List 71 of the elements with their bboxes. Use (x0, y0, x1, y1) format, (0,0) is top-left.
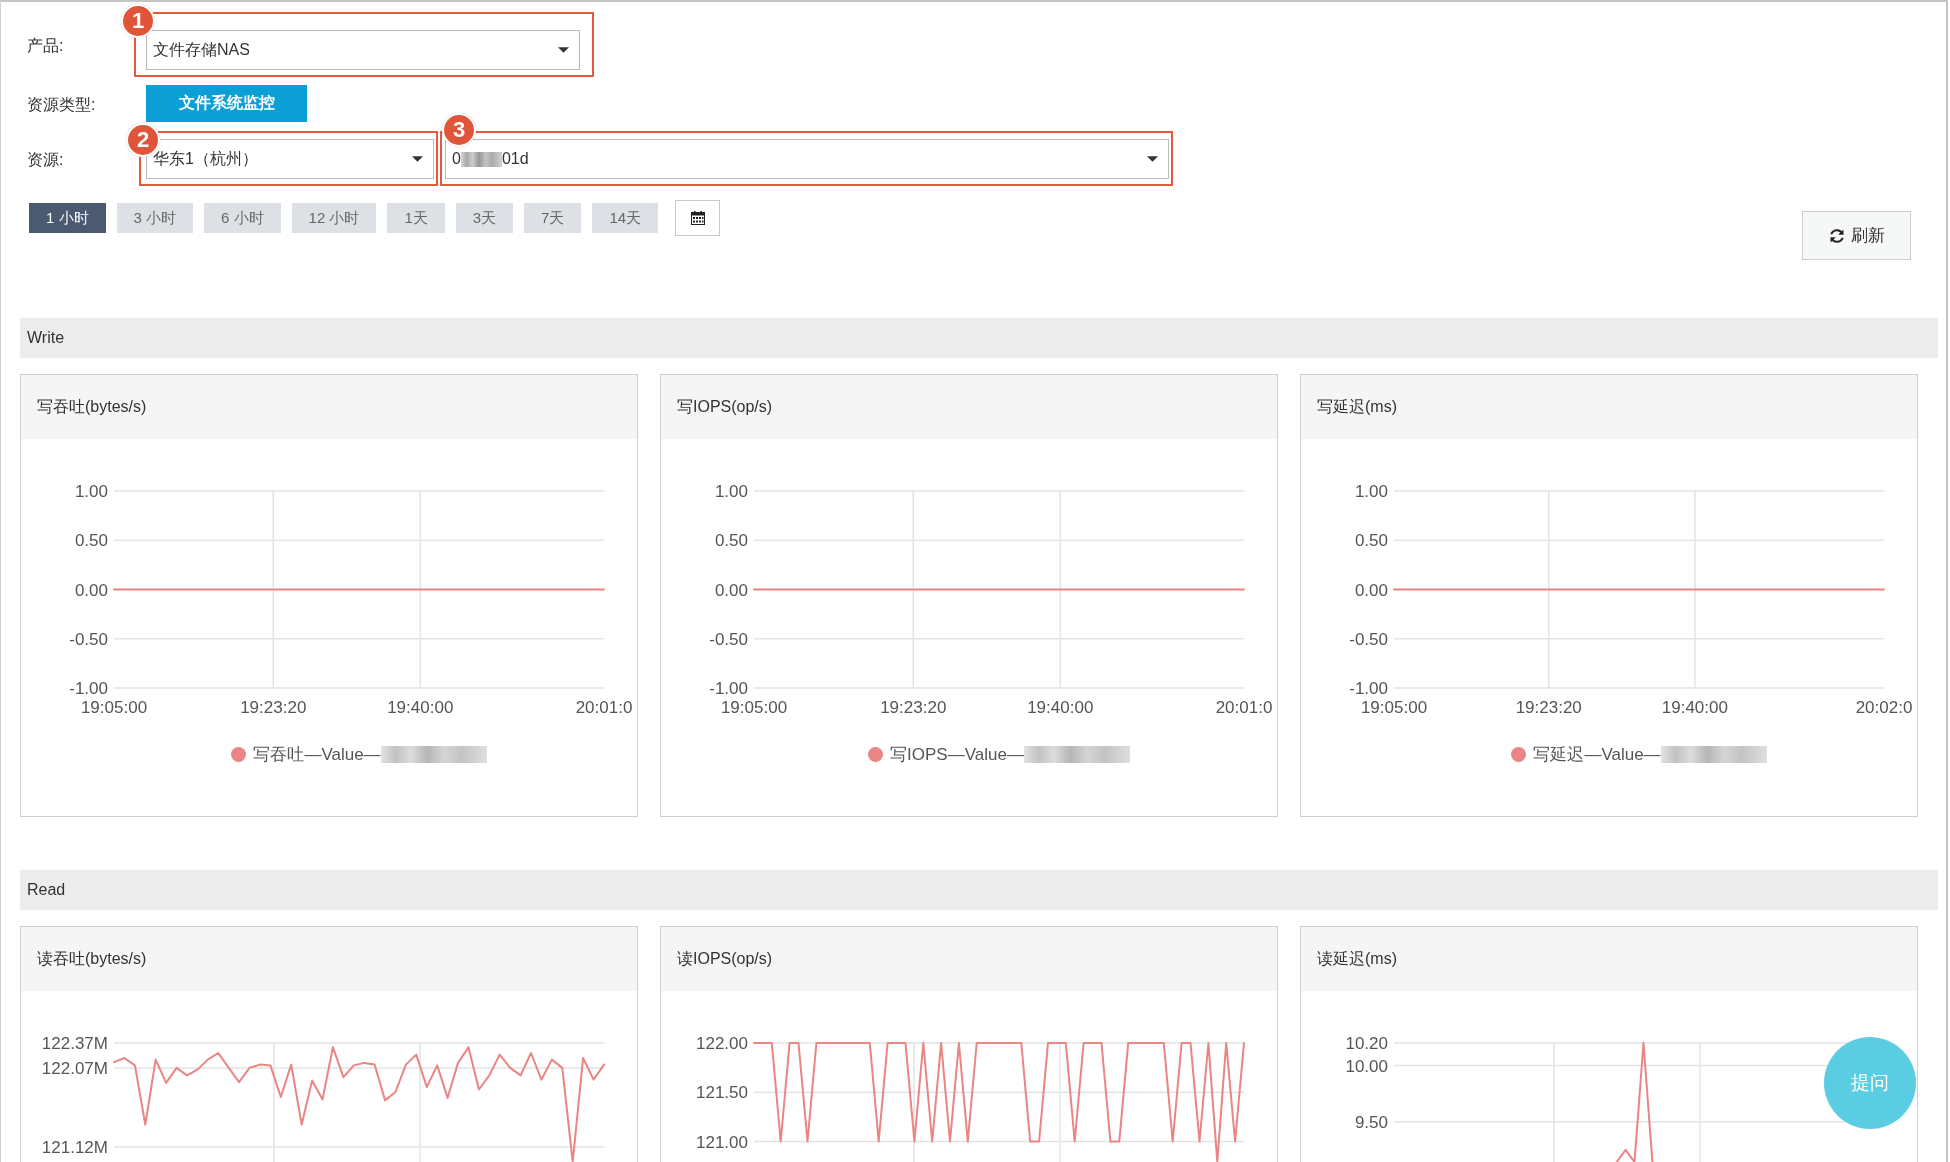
y-tick-label: 1.00 (1354, 482, 1388, 502)
time-range-button[interactable]: 3天 (455, 203, 514, 233)
panel-header: 写延迟(ms) (1301, 375, 1917, 439)
y-tick-label: 122.07M (41, 1059, 108, 1079)
x-tick-label: 19:40:00 (1661, 698, 1728, 718)
y-tick-label: 0.00 (1354, 580, 1388, 600)
panel-header: 写IOPS(op/s) (661, 375, 1277, 439)
annotation-badge: 1 (121, 4, 155, 38)
y-tick-label: 10.20 (1345, 1034, 1388, 1054)
section-header: Read (20, 870, 1938, 910)
x-tick-label: 20:01:0 (1215, 698, 1273, 718)
time-range-button[interactable]: 14天 (592, 203, 659, 233)
y-tick-label: 122.37M (41, 1034, 108, 1054)
caret-icon (558, 47, 569, 53)
y-tick-label: 121.12M (41, 1138, 108, 1157)
y-tick-label: 121.50 (696, 1083, 748, 1103)
legend-label: 写吞吐—Value— (253, 743, 381, 766)
y-tick-label: -1.00 (69, 679, 108, 699)
time-range-button[interactable]: 3 小时 (116, 203, 194, 233)
caret-icon (1147, 156, 1158, 162)
y-tick-label: 0.50 (74, 531, 108, 551)
field-label: 资源: (27, 150, 65, 170)
y-tick-label: 1.00 (714, 482, 748, 502)
x-tick-label: 19:05:00 (720, 698, 788, 718)
caret-icon (412, 156, 423, 162)
y-tick-label: 0.00 (714, 580, 748, 600)
x-tick-label: 20:01:0 (575, 698, 633, 718)
y-tick-label: 1.00 (74, 482, 108, 502)
panel-header: 写吞吐(bytes/s) (21, 375, 637, 439)
panel-header: 读吞吐(bytes/s) (21, 927, 637, 991)
x-tick-label: 19:05:00 (80, 698, 148, 718)
y-tick-label: 0.00 (74, 580, 108, 600)
y-tick-label: -0.50 (1349, 629, 1388, 649)
annotation-badge: 3 (442, 113, 476, 147)
redaction-block (460, 151, 502, 167)
x-tick-label: 20:02:0 (1855, 698, 1913, 718)
time-range-button[interactable]: 7天 (524, 203, 582, 233)
x-tick-label: 19:23:20 (240, 698, 307, 718)
legend-label: 写IOPS—Value— (890, 743, 1024, 766)
y-tick-label: 0.50 (714, 531, 748, 551)
x-tick-label: 19:40:00 (387, 698, 454, 718)
resource-type-button[interactable]: 文件系统监控 (146, 85, 307, 122)
panel-header: 读IOPS(op/s) (661, 927, 1277, 991)
legend-label: 写延迟—Value— (1533, 743, 1661, 766)
y-tick-label: -0.50 (69, 629, 108, 649)
time-range-button[interactable]: 6 小时 (204, 203, 281, 233)
calendar-icon (690, 211, 705, 225)
time-range-button[interactable]: 12 小时 (291, 203, 377, 233)
y-tick-label: 0.50 (1354, 531, 1388, 551)
calendar-button[interactable] (675, 200, 721, 236)
y-tick-label: -1.00 (709, 679, 748, 699)
time-range-button[interactable]: 1 小时 (29, 203, 106, 233)
y-tick-label: 10.00 (1345, 1056, 1388, 1076)
dropdown-select[interactable]: 文件存储NAS (146, 30, 580, 70)
time-range-button[interactable]: 1天 (387, 203, 445, 233)
panel-header: 读延迟(ms) (1301, 927, 1917, 991)
y-tick-label: -1.00 (1349, 679, 1388, 699)
refresh-icon (1828, 227, 1845, 244)
x-tick-label: 19:05:00 (1360, 698, 1428, 718)
field-label: 资源类型: (27, 95, 97, 115)
x-tick-label: 19:23:20 (880, 698, 947, 718)
refresh-button[interactable]: 刷新 (1802, 211, 1911, 260)
field-label: 产品: (27, 36, 65, 56)
y-tick-label: -0.50 (709, 629, 748, 649)
section-header: Write (20, 318, 1938, 358)
y-tick-label: 122.00 (696, 1034, 748, 1054)
dropdown-select[interactable]: 0 01d (445, 139, 1169, 179)
y-tick-label: 9.50 (1354, 1112, 1388, 1132)
x-tick-label: 19:23:20 (1515, 698, 1582, 718)
x-tick-label: 19:40:00 (1027, 698, 1094, 718)
y-tick-label: 121.00 (696, 1132, 748, 1152)
